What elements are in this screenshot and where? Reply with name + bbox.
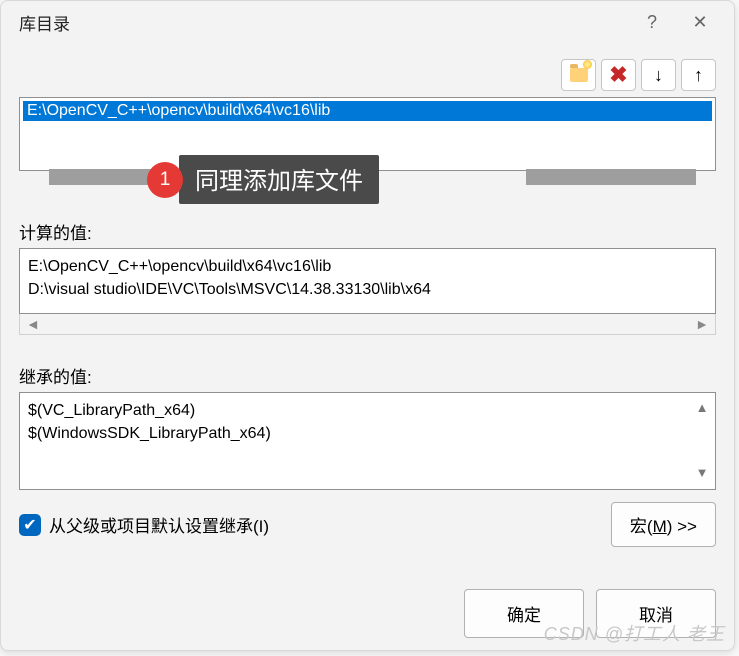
inherited-vscroll[interactable]: ▲ ▼: [693, 399, 711, 483]
macro-button[interactable]: 宏(M) >>: [611, 502, 716, 547]
move-down-button[interactable]: ↓: [641, 59, 676, 91]
inherit-checkbox[interactable]: ✔: [19, 514, 41, 536]
calculated-values-box: E:\OpenCV_C++\opencv\build\x64\vc16\lib …: [19, 248, 716, 314]
close-button[interactable]: ✕: [676, 6, 724, 38]
calculated-value-1: E:\OpenCV_C++\opencv\build\x64\vc16\lib: [28, 255, 707, 278]
new-folder-button[interactable]: [561, 59, 596, 91]
ok-button[interactable]: 确定: [464, 589, 584, 638]
titlebar: 库目录 ? ✕: [1, 1, 734, 43]
grey-mark-right: [526, 169, 696, 185]
inherited-value-2: $(WindowsSDK_LibraryPath_x64): [28, 422, 689, 445]
folder-star-icon: [570, 68, 588, 82]
scroll-left-icon[interactable]: ◄: [26, 316, 40, 332]
callout-number-badge: 1: [147, 162, 183, 198]
help-button[interactable]: ?: [628, 6, 676, 38]
arrow-down-icon: ↓: [654, 65, 663, 86]
dialog-buttons: 确定 取消: [1, 575, 734, 650]
inherited-label: 继承的值:: [19, 363, 716, 388]
help-icon: ?: [647, 12, 657, 33]
move-up-button[interactable]: ↑: [681, 59, 716, 91]
scroll-down-icon[interactable]: ▼: [696, 464, 709, 483]
delete-x-icon: ✖: [609, 64, 627, 86]
cancel-button[interactable]: 取消: [596, 589, 716, 638]
close-icon: ✕: [692, 12, 707, 33]
inherited-values-box: $(VC_LibraryPath_x64) $(WindowsSDK_Libra…: [19, 392, 716, 490]
path-list-item-selected[interactable]: E:\OpenCV_C++\opencv\build\x64\vc16\lib: [23, 101, 712, 121]
calculated-value-2: D:\visual studio\IDE\VC\Tools\MSVC\14.38…: [28, 278, 707, 301]
library-dirs-dialog: 库目录 ? ✕ ✖ ↓ ↑ E:\OpenCV_C++\opencv\build…: [0, 0, 735, 651]
calculated-hscroll[interactable]: ◄ ►: [19, 314, 716, 335]
inherit-checkbox-label: 从父级或项目默认设置继承(I): [49, 512, 269, 537]
arrow-up-icon: ↑: [694, 65, 703, 86]
delete-button[interactable]: ✖: [601, 59, 636, 91]
list-toolbar: ✖ ↓ ↑: [19, 59, 716, 91]
scroll-up-icon[interactable]: ▲: [696, 399, 709, 418]
checkmark-icon: ✔: [23, 515, 36, 535]
callout-text: 同理添加库文件: [179, 155, 379, 204]
scroll-right-icon[interactable]: ►: [695, 316, 709, 332]
inherit-row: ✔ 从父级或项目默认设置继承(I) 宏(M) >>: [19, 502, 716, 547]
annotation-overlay: 1 同理添加库文件: [19, 163, 716, 191]
window-title: 库目录: [19, 10, 628, 35]
calculated-label: 计算的值:: [19, 219, 716, 244]
inherited-value-1: $(VC_LibraryPath_x64): [28, 399, 689, 422]
